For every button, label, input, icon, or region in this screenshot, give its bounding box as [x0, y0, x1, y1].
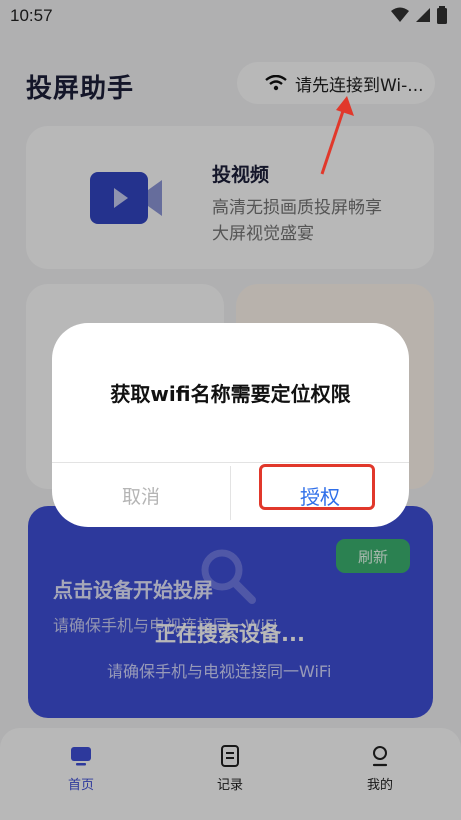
highlight-box: [259, 464, 375, 510]
cancel-button[interactable]: 取消: [52, 470, 230, 520]
dialog-divider: [52, 462, 409, 463]
dialog-message: 获取wifi名称需要定位权限: [110, 382, 351, 406]
annotation-arrow: [320, 96, 354, 175]
